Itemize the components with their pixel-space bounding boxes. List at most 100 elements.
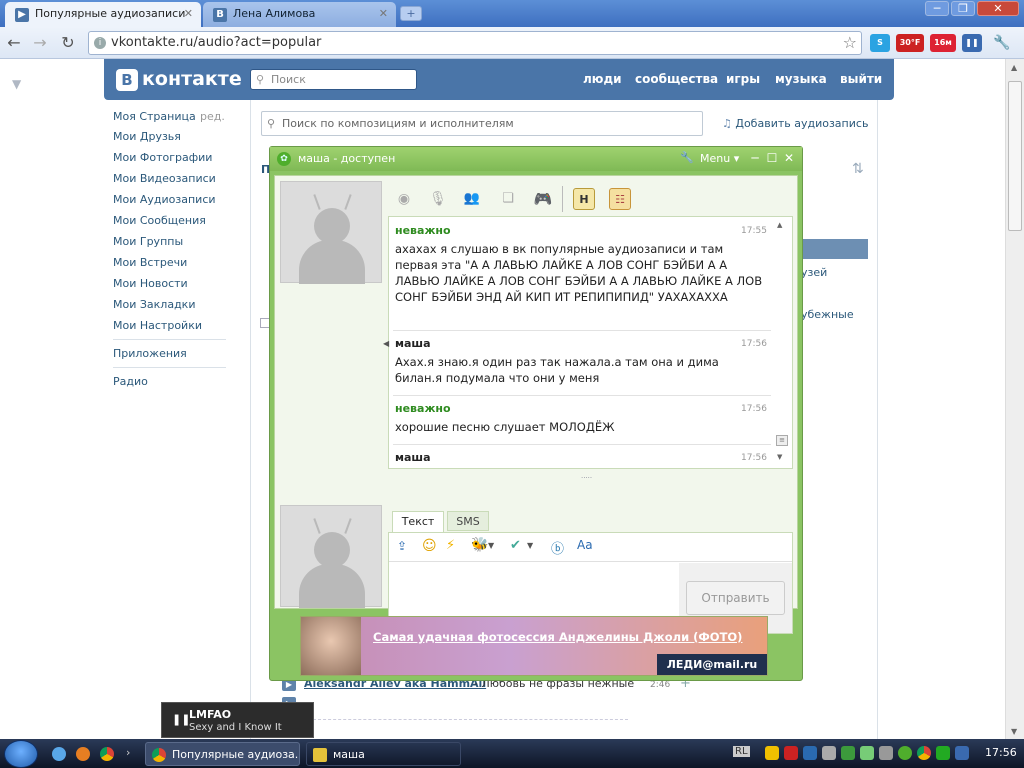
tab-popular-audio[interactable]: ▶ Популярные аудиозаписи ✕	[5, 2, 201, 27]
scrollbar-thumb[interactable]	[1008, 81, 1022, 231]
collapse-arrow-icon[interactable]: ◀	[383, 339, 389, 348]
tray-green-icon[interactable]	[841, 746, 855, 760]
reload-icon[interactable]: ↻	[58, 33, 78, 53]
left-nav-events[interactable]: Мои Встречи	[113, 256, 187, 269]
qip-flower-icon[interactable]	[898, 746, 912, 760]
close-icon[interactable]: ✕	[184, 7, 193, 20]
scrollbar-thumb[interactable]: ≡	[776, 435, 788, 446]
wrench-icon[interactable]: 🔧	[992, 34, 1012, 52]
browser-quicklaunch-icon[interactable]	[52, 747, 66, 761]
contact-card-icon[interactable]: ☷	[609, 188, 631, 210]
chevron-down-icon[interactable]: ▼	[488, 541, 494, 550]
taskbar-item-browser[interactable]: Популярные аудиоза...	[145, 742, 300, 766]
left-nav-radio[interactable]: Радио	[113, 375, 148, 388]
chevron-right-icon[interactable]: ›	[126, 746, 130, 759]
security-shield-icon[interactable]	[765, 746, 779, 760]
tab-text[interactable]: Текст	[392, 511, 444, 532]
send-file-icon[interactable]: ⇪	[397, 539, 407, 553]
nav-people[interactable]: люди	[583, 72, 622, 86]
nvidia-icon[interactable]	[936, 746, 950, 760]
files-icon[interactable]: ❏	[497, 188, 519, 210]
vk-logo[interactable]: Вконтакте	[116, 68, 242, 91]
firefox-icon[interactable]	[76, 747, 90, 761]
right-selected-filter[interactable]	[798, 239, 868, 259]
nav-games[interactable]: игры	[726, 72, 760, 86]
font-icon[interactable]: Aa	[577, 538, 593, 552]
address-bar[interactable]: i vkontakte.ru/audio?act=popular ☆	[88, 31, 862, 55]
chrome-icon[interactable]	[100, 747, 114, 761]
minimize-button[interactable]: ─	[925, 1, 949, 16]
start-button[interactable]	[4, 740, 38, 768]
taskbar-item-chat[interactable]: маша	[306, 742, 461, 766]
ad-headline[interactable]: Самая удачная фотосессия Анджелины Джоли…	[373, 630, 742, 644]
edit-link[interactable]: ред.	[200, 110, 225, 123]
contacts-icon[interactable]: 👥	[461, 188, 483, 210]
tab-sms[interactable]: SMS	[447, 511, 489, 531]
microphone-icon[interactable]: 🎙	[427, 188, 449, 210]
pause-extension-icon[interactable]	[955, 746, 969, 760]
left-nav-apps[interactable]: Приложения	[113, 347, 187, 360]
left-nav-news[interactable]: Мои Новости	[113, 277, 188, 290]
skype-icon[interactable]: S	[870, 34, 890, 52]
chrome-icon[interactable]	[917, 746, 931, 760]
history-button[interactable]: H	[573, 188, 595, 210]
antivirus-icon[interactable]	[784, 746, 798, 760]
volume-icon[interactable]	[822, 746, 836, 760]
smiley-icon[interactable]: ☺	[422, 538, 437, 554]
nav-music[interactable]: музыка	[775, 72, 827, 86]
left-nav-settings[interactable]: Мои Настройки	[113, 319, 202, 332]
nav-communities[interactable]: сообщества	[635, 72, 718, 86]
left-nav-friends[interactable]: Мои Друзья	[113, 130, 181, 143]
sort-icon[interactable]: ⇅	[852, 161, 864, 177]
message-history[interactable]: неважно 17:55 ахахах я слушаю в вк попул…	[388, 216, 793, 469]
left-nav-videos[interactable]: Мои Видеозаписи	[113, 172, 216, 185]
tab-lena-alimova[interactable]: B Лена Алимова ✕	[203, 2, 396, 27]
pause-icon[interactable]: ❚❚	[172, 713, 190, 726]
ad-banner[interactable]: Самая удачная фотосессия Анджелины Джоли…	[300, 616, 768, 676]
maximize-button[interactable]: ☐	[765, 151, 779, 165]
pause-extension-icon[interactable]: ❚❚	[962, 34, 982, 52]
scroll-up-icon[interactable]: ▲	[777, 221, 782, 229]
weather-extension[interactable]: 30°F	[896, 34, 924, 52]
close-window-button[interactable]: ✕	[977, 1, 1019, 16]
page-info-icon[interactable]: i	[94, 37, 106, 49]
left-nav-photos[interactable]: Мои Фотографии	[113, 151, 212, 164]
language-indicator[interactable]: RL	[733, 746, 750, 757]
vk-search-input[interactable]: ⚲ Поиск	[250, 69, 417, 90]
close-button[interactable]: ✕	[782, 151, 796, 165]
network-icon[interactable]	[803, 746, 817, 760]
chevron-down-icon[interactable]: ▼	[527, 541, 533, 550]
counter-extension[interactable]: 16м	[930, 34, 956, 52]
left-nav-messages[interactable]: Мои Сообщения	[113, 214, 206, 227]
restore-button[interactable]: ❐	[951, 1, 975, 16]
lightning-icon[interactable]: ⚡	[446, 538, 455, 553]
right-filter-partial[interactable]: убежные	[801, 308, 854, 321]
left-nav-audios[interactable]: Мои Аудиозаписи	[113, 193, 216, 206]
scroll-up-icon[interactable]: ▲	[1011, 63, 1017, 72]
page-scrollbar[interactable]: ▲ ▼	[1005, 59, 1024, 739]
wrench-icon[interactable]: 🔧	[680, 151, 694, 164]
forward-arrow-icon[interactable]: →	[30, 33, 50, 53]
audio-search-input[interactable]: ⚲ Поиск по композициям и исполнителям	[261, 111, 703, 136]
bookmark-star-icon[interactable]: ☆	[843, 33, 857, 52]
chat-menu-button[interactable]: Menu ▾	[700, 152, 739, 165]
add-audio-link[interactable]: ♫ Добавить аудиозапись	[722, 117, 868, 130]
contact-avatar[interactable]	[280, 181, 382, 284]
tray-check-icon[interactable]	[860, 746, 874, 760]
left-nav-bookmarks[interactable]: Мои Закладки	[113, 298, 195, 311]
now-playing-notification[interactable]: ❚❚ LMFAO Sexy and I Know It	[161, 702, 314, 738]
chat-titlebar[interactable]: ✿ маша - доступен 🔧 Menu ▾ ─ ☐ ✕	[270, 147, 802, 171]
gamepad-icon[interactable]: 🎮	[532, 188, 554, 210]
right-filter-partial[interactable]: узей	[801, 266, 827, 279]
scroll-down-icon[interactable]: ▼	[1011, 727, 1017, 736]
bing-icon[interactable]: ⓑ	[551, 538, 564, 557]
nav-logout[interactable]: выйти	[840, 72, 882, 86]
bee-icon[interactable]: 🐝	[471, 537, 488, 553]
minimize-button[interactable]: ─	[748, 151, 762, 165]
translit-icon[interactable]: ✔	[510, 538, 521, 553]
splitter-grip[interactable]: ·····	[581, 474, 592, 482]
send-button[interactable]: Отправить	[686, 581, 785, 615]
left-nav-groups[interactable]: Мои Группы	[113, 235, 183, 248]
webcam-icon[interactable]: ◉	[393, 188, 415, 210]
new-tab-button[interactable]: +	[400, 6, 422, 21]
